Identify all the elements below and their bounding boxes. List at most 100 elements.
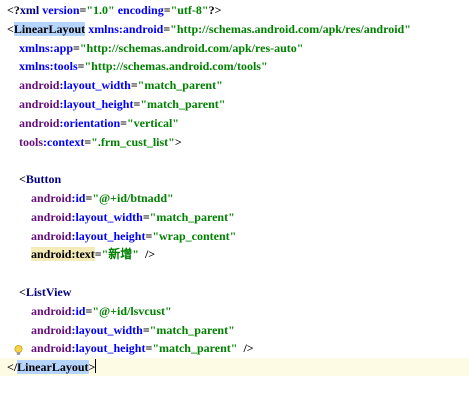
code-token: ListView xyxy=(25,285,72,299)
code-token: encoding xyxy=(117,3,164,17)
code-line[interactable]: <ListView xyxy=(0,283,469,301)
code-token: android xyxy=(31,191,72,205)
code-token: tools xyxy=(19,134,43,149)
code-token: = xyxy=(142,322,150,337)
code-token: xml xyxy=(19,3,43,17)
code-token: android:text xyxy=(31,247,95,262)
code-token: xmlns:android xyxy=(88,21,164,36)
code-token: :context xyxy=(43,134,85,149)
code-token: "match_parent" xyxy=(149,322,235,337)
code-line[interactable]: android:layout_height="wrap_content" xyxy=(0,227,469,245)
code-line[interactable]: xmlns:tools="http://schemas.android.com/… xyxy=(0,57,469,75)
code-token: "match_parent" xyxy=(137,78,223,93)
code-token: "http://schemas.android.com/apk/res-auto… xyxy=(79,40,304,55)
code-line[interactable]: android:layout_width="match_parent" xyxy=(0,208,469,226)
code-line[interactable]: android:layout_width="match_parent" xyxy=(0,76,469,94)
code-line[interactable]: <LinearLayout xmlns:android="http://sche… xyxy=(0,20,469,38)
code-token: < xyxy=(7,285,26,299)
code-token: xmlns:tools xyxy=(19,59,78,74)
code-line[interactable]: xmlns:app="http://schemas.android.com/ap… xyxy=(0,39,469,57)
code-token: = xyxy=(130,78,138,93)
code-token: = xyxy=(73,40,80,55)
code-token: /> xyxy=(138,247,156,262)
code-line[interactable] xyxy=(0,151,469,169)
code-token: :layout_height xyxy=(71,228,146,243)
code-token: /> xyxy=(237,341,254,356)
text-caret xyxy=(95,359,97,374)
code-line[interactable] xyxy=(0,264,469,282)
code-line[interactable]: <?xml version="1.0" encoding="utf-8"?> xyxy=(0,1,469,19)
code-token: "1.0" xyxy=(86,3,115,17)
code-token: "新增" xyxy=(101,247,139,262)
code-token: xmlns:app xyxy=(19,40,74,55)
code-line[interactable]: android:orientation="vertical" xyxy=(0,114,469,132)
code-token: android xyxy=(31,341,72,356)
code-token: "http://schemas.android.com/apk/res/andr… xyxy=(170,21,411,36)
code-token: <? xyxy=(7,3,20,17)
code-token: = xyxy=(120,115,127,130)
code-token: :layout_width xyxy=(71,209,143,224)
code-token: "match_parent" xyxy=(140,97,226,111)
code-token: android xyxy=(19,115,60,130)
code-token: :orientation xyxy=(59,115,121,130)
code-token: ".frm_cust_list" xyxy=(91,134,175,149)
code-token: :id xyxy=(71,303,86,318)
code-token: :layout_width xyxy=(59,78,131,93)
code-token: </ xyxy=(7,360,18,375)
code-token: :layout_height xyxy=(71,341,146,356)
code-token: LinearLayout xyxy=(13,21,86,36)
code-token: < xyxy=(7,172,26,187)
code-token: "match_parent" xyxy=(149,209,235,224)
code-token: = xyxy=(163,3,171,17)
code-token: android xyxy=(19,97,60,111)
code-line[interactable]: android:layout_height="match_parent" xyxy=(0,95,469,113)
code-token: ?> xyxy=(208,3,222,17)
code-token: > xyxy=(174,134,182,149)
code-token: :layout_width xyxy=(71,322,143,337)
code-token: version xyxy=(42,3,80,17)
code-line[interactable]: </LinearLayout> xyxy=(0,358,469,377)
code-token: "http://schemas.android.com/tools" xyxy=(84,59,268,74)
code-line[interactable]: <Button xyxy=(0,170,469,188)
code-token: android xyxy=(31,209,72,224)
code-token: "vertical" xyxy=(126,115,179,130)
code-token: :layout_height xyxy=(59,97,134,111)
code-line[interactable]: android:layout_width="match_parent" xyxy=(0,321,469,339)
code-token: "utf-8" xyxy=(170,3,209,17)
xml-code-editor[interactable]: <?xml version="1.0" encoding="utf-8"?> <L… xyxy=(0,0,469,402)
code-token: < xyxy=(7,21,14,36)
code-token: Button xyxy=(25,172,62,187)
code-token: "@+id/lsvcust" xyxy=(92,303,172,318)
code-token: android xyxy=(31,322,72,337)
code-line[interactable]: android:text="新增" /> xyxy=(0,245,469,263)
code-line[interactable]: tools:context=".frm_cust_list"> xyxy=(0,133,469,151)
code-token: "wrap_content" xyxy=(152,228,237,243)
code-line[interactable]: android:layout_height="match_parent" /> xyxy=(0,339,469,357)
code-token: = xyxy=(94,247,102,262)
code-token: android xyxy=(31,303,72,318)
code-token: = xyxy=(77,59,85,74)
code-token: > xyxy=(88,360,96,375)
code-token: "match_parent" xyxy=(152,341,238,356)
code-token: :id xyxy=(71,191,86,205)
code-token: = xyxy=(142,209,150,224)
code-token: "@+id/btnadd" xyxy=(92,191,174,205)
code-token: android xyxy=(31,228,72,243)
code-line[interactable]: android:id="@+id/lsvcust" xyxy=(0,302,469,320)
code-line[interactable]: android:id="@+id/btnadd" xyxy=(0,189,469,207)
code-token: android xyxy=(19,78,60,93)
code-token: LinearLayout xyxy=(17,360,89,375)
